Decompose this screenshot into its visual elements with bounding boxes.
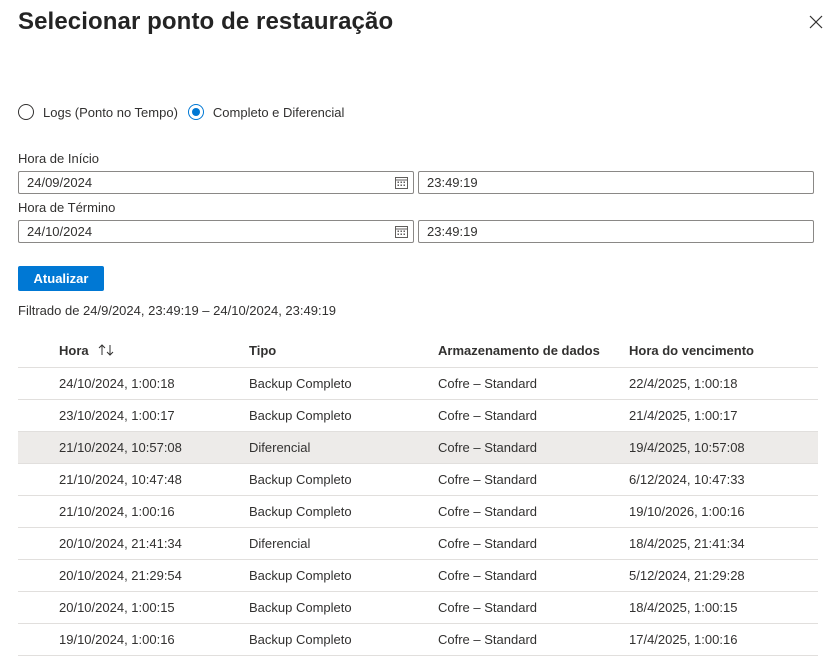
table-row[interactable]: 23/10/2024, 1:00:17 Backup Completo Cofre … [18, 400, 818, 432]
cell-armazenamento: Cofre – Standard [438, 600, 538, 615]
start-date-value: 24/09/2024 [27, 175, 93, 190]
cell-vencimento: 17/4/2025, 1:00:16 [629, 632, 738, 647]
column-header-vencimento[interactable]: Hora do vencimento [629, 334, 754, 368]
cell-armazenamento: Cofre – Standard [438, 472, 538, 487]
restore-type-radio-group: Logs (Ponto no Tempo) Completo e Diferen… [18, 102, 354, 122]
calendar-icon[interactable] [395, 225, 408, 238]
cell-vencimento: 18/4/2025, 21:41:34 [629, 536, 745, 551]
table-row[interactable]: 19/10/2024, 1:00:16 Backup Completo Cofre … [18, 624, 818, 656]
cell-vencimento: 19/10/2026, 1:00:16 [629, 504, 745, 519]
restore-points-table: Hora Tipo Armazenamento de dados Hora do… [18, 334, 818, 656]
cell-vencimento: 19/4/2025, 10:57:08 [629, 440, 745, 455]
page-title: Selecionar ponto de restauração [18, 8, 394, 35]
cell-tipo: Backup Completo [249, 504, 352, 519]
cell-hora: 20/10/2024, 1:00:15 [59, 600, 175, 615]
cell-vencimento: 18/4/2025, 1:00:15 [629, 600, 738, 615]
cell-tipo: Backup Completo [249, 600, 352, 615]
table-row[interactable]: 21/10/2024, 10:47:48 Backup Completo Cofre… [18, 464, 818, 496]
cell-tipo: Backup Completo [249, 472, 352, 487]
cell-vencimento: 6/12/2024, 10:47:33 [629, 472, 745, 487]
cell-vencimento: 5/12/2024, 21:29:28 [629, 568, 745, 583]
cell-armazenamento: Cofre – Standard [438, 632, 538, 647]
radio-label: Completo e Diferencial [212, 104, 345, 120]
cell-tipo: Backup Completo [249, 568, 352, 583]
start-time-input[interactable]: 23:49:19 [418, 171, 814, 194]
close-icon[interactable] [806, 12, 826, 32]
cell-tipo: Diferencial [249, 440, 311, 455]
radio-circle-checked[interactable] [187, 104, 204, 120]
cell-armazenamento: Cofre – Standard [438, 408, 538, 423]
cell-hora: 23/10/2024, 1:00:17 [59, 408, 175, 423]
end-time-value: 23:49:19 [427, 224, 478, 239]
cell-hora: 24/10/2024, 1:00:18 [59, 376, 175, 391]
start-date-input[interactable]: 24/09/2024 [18, 171, 414, 194]
sort-icon[interactable] [98, 344, 115, 356]
cell-hora: 21/10/2024, 10:57:08 [59, 440, 182, 455]
cell-hora: 19/10/2024, 1:00:16 [59, 632, 175, 647]
start-time-label: Hora de Início [18, 151, 99, 166]
radio-circle-unchecked[interactable] [18, 104, 34, 120]
cell-tipo: Backup Completo [249, 408, 352, 423]
cell-hora: 21/10/2024, 10:47:48 [59, 472, 182, 487]
cell-armazenamento: Cofre – Standard [438, 376, 538, 391]
column-header-hora[interactable]: Hora [59, 334, 115, 368]
column-header-tipo[interactable]: Tipo [249, 334, 276, 368]
cell-tipo: Backup Completo [249, 632, 352, 647]
cell-tipo: Diferencial [249, 536, 311, 551]
update-button[interactable]: Atualizar [18, 266, 104, 291]
end-time-input[interactable]: 23:49:19 [418, 220, 814, 243]
table-row[interactable]: 20/10/2024, 21:29:54 Backup Completo Cofre… [18, 560, 818, 592]
cell-hora: 21/10/2024, 1:00:16 [59, 504, 175, 519]
radio-full-and-differential[interactable]: Completo e Diferencial [187, 104, 345, 120]
table-row[interactable]: 20/10/2024, 21:41:34 Diferencial Cofre – S… [18, 528, 818, 560]
cell-tipo: Backup Completo [249, 376, 352, 391]
table-row[interactable]: 21/10/2024, 1:00:16 Backup Completo Cofre … [18, 496, 818, 528]
column-header-armazenamento[interactable]: Armazenamento de dados [438, 334, 600, 368]
cell-armazenamento: Cofre – Standard [438, 568, 538, 583]
radio-logs-point-in-time[interactable]: Logs (Ponto no Tempo) [18, 104, 178, 120]
table-header: Hora Tipo Armazenamento de dados Hora do… [18, 334, 818, 368]
end-date-input[interactable]: 24/10/2024 [18, 220, 414, 243]
cell-armazenamento: Cofre – Standard [438, 440, 538, 455]
table-body: 24/10/2024, 1:00:18 Backup Completo Cofre … [18, 368, 818, 656]
cell-armazenamento: Cofre – Standard [438, 504, 538, 519]
cell-vencimento: 21/4/2025, 1:00:17 [629, 408, 738, 423]
cell-vencimento: 22/4/2025, 1:00:18 [629, 376, 738, 391]
table-row[interactable]: 20/10/2024, 1:00:15 Backup Completo Cofre … [18, 592, 818, 624]
end-date-value: 24/10/2024 [27, 224, 93, 239]
table-row[interactable]: 21/10/2024, 10:57:08 Diferencial Cofre – S… [18, 432, 818, 464]
calendar-icon[interactable] [395, 176, 408, 189]
radio-label: Logs (Ponto no Tempo) [43, 104, 178, 120]
column-header-label: Hora [59, 343, 89, 358]
end-time-label: Hora de Término [18, 200, 116, 215]
start-time-value: 23:49:19 [427, 175, 478, 190]
cell-hora: 20/10/2024, 21:29:54 [59, 568, 182, 583]
filter-summary: Filtrado de 24/9/2024, 23:49:19 – 24/10/… [18, 303, 337, 318]
cell-hora: 20/10/2024, 21:41:34 [59, 536, 182, 551]
table-row[interactable]: 24/10/2024, 1:00:18 Backup Completo Cofre … [18, 368, 818, 400]
cell-armazenamento: Cofre – Standard [438, 536, 538, 551]
